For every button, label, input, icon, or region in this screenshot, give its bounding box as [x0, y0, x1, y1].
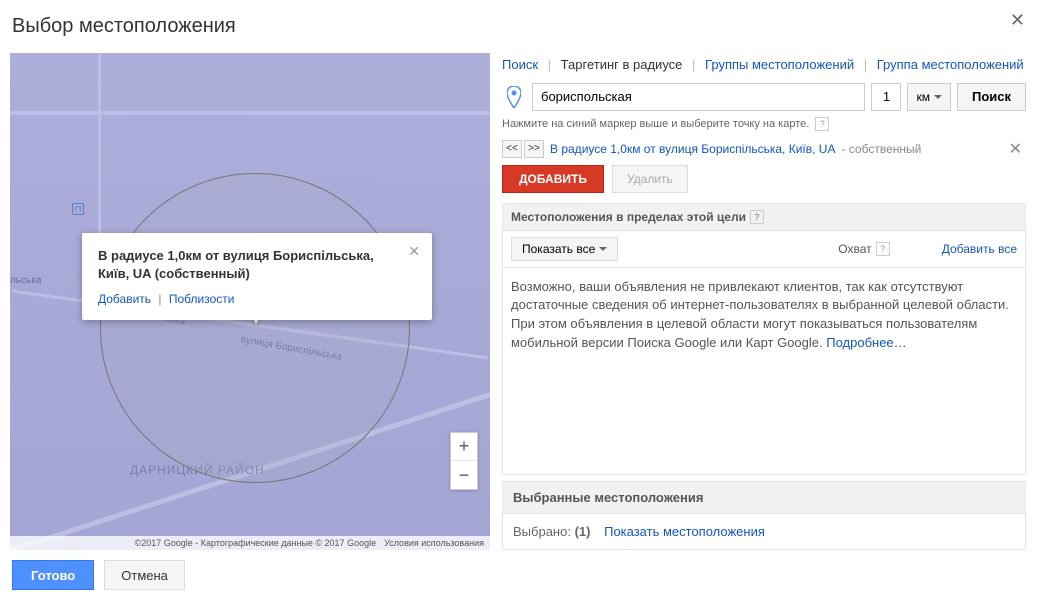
radius-result-row: << >> В радиусе 1,0км от вулиця Бориспіл… — [502, 139, 1026, 159]
right-pane: Поиск | Таргетинг в радиусе | Группы мес… — [502, 53, 1026, 550]
result-link[interactable]: В радиусе 1,0км от вулиця Бориспільська,… — [550, 142, 835, 156]
map-terms-link[interactable]: Условия использования — [384, 538, 484, 548]
location-search-input[interactable] — [532, 83, 865, 111]
pin-icon[interactable] — [502, 83, 526, 111]
dialog-title: Выбор местоположения — [10, 10, 1030, 53]
separator: | — [692, 57, 695, 72]
show-all-label: Показать все — [522, 242, 595, 256]
infowindow-links: Добавить | Поблизости — [98, 292, 416, 306]
location-picker-dialog: Выбор местоположения ✕ ⊓ льська вулиця Б… — [0, 0, 1040, 600]
radius-circle — [100, 173, 410, 483]
chevron-down-icon — [599, 247, 607, 251]
show-all-dropdown[interactable]: Показать все — [511, 237, 618, 261]
bus-stop-icon: ⊓ — [72, 203, 84, 215]
street-label: льська — [10, 275, 41, 286]
infowindow-close-icon[interactable]: ✕ — [408, 243, 420, 260]
infowindow-title: В радиусе 1,0км от вулиця Бориспільська,… — [98, 247, 416, 282]
action-row: ДОБАВИТЬ Удалить — [502, 165, 1026, 193]
search-button[interactable]: Поиск — [957, 83, 1026, 111]
hint-row: Нажмите на синий маркер выше и выберите … — [502, 117, 1026, 131]
map-road — [10, 111, 490, 115]
zoom-control: + − — [450, 432, 478, 490]
add-button[interactable]: ДОБАВИТЬ — [502, 165, 604, 193]
reach-text: Охват — [838, 242, 871, 256]
help-icon[interactable]: ? — [750, 210, 764, 224]
infowindow-add-link[interactable]: Добавить — [98, 292, 151, 306]
inner-locations-header: Местоположения в пределах этой цели ? — [502, 203, 1026, 231]
reach-column-header: Охват ? — [838, 242, 889, 256]
inner-header-text: Местоположения в пределах этой цели — [511, 210, 746, 224]
add-all-link[interactable]: Добавить все — [942, 242, 1017, 256]
selected-count: (1) — [575, 524, 591, 539]
separator: | — [548, 57, 551, 72]
unit-dropdown[interactable]: км — [907, 83, 951, 111]
search-row: км Поиск — [502, 83, 1026, 111]
map-pane[interactable]: ⊓ льська вулиця Бориспільська Бориспільс… — [10, 53, 490, 550]
separator: | — [158, 292, 161, 306]
tab-radius-targeting[interactable]: Таргетинг в радиусе — [561, 57, 683, 72]
selected-body: Выбрано: (1) Показать местоположения — [503, 514, 1025, 549]
tabs-row: Поиск | Таргетинг в радиусе | Группы мес… — [502, 53, 1026, 83]
selected-locations-box: Выбранные местоположения Выбрано: (1) По… — [502, 481, 1026, 550]
close-icon[interactable]: ✕ — [1010, 10, 1025, 31]
warning-text: Возможно, ваши объявления не привлекают … — [511, 279, 1009, 351]
zoom-in-button[interactable]: + — [451, 433, 477, 461]
result-own-label: - собственный — [841, 142, 921, 156]
separator: | — [864, 57, 867, 72]
selected-header: Выбранные местоположения — [503, 482, 1025, 514]
nav-arrows: << >> — [502, 140, 544, 158]
main-row: ⊓ льська вулиця Бориспільська Бориспільс… — [10, 53, 1030, 550]
done-button[interactable]: Готово — [12, 560, 94, 590]
map-attribution: ©2017 Google - Картографические данные ©… — [10, 536, 490, 550]
unit-label: км — [916, 90, 930, 104]
tab-search[interactable]: Поиск — [502, 57, 538, 72]
zoom-out-button[interactable]: − — [451, 461, 477, 489]
map-infowindow: ✕ В радиусе 1,0км от вулиця Бориспільськ… — [82, 233, 432, 320]
tab-location-groups[interactable]: Группы местоположений — [705, 57, 854, 72]
distance-input[interactable] — [871, 83, 901, 111]
table-head: Показать все Охват ? Добавить все — [502, 231, 1026, 268]
next-arrow-button[interactable]: >> — [524, 140, 544, 158]
delete-button[interactable]: Удалить — [612, 165, 688, 193]
prev-arrow-button[interactable]: << — [502, 140, 522, 158]
chevron-down-icon — [934, 95, 942, 99]
hint-text: Нажмите на синий маркер выше и выберите … — [502, 118, 809, 130]
result-close-icon[interactable]: ✕ — [1005, 139, 1026, 159]
map-data-attr: ©2017 Google - Картографические данные ©… — [135, 538, 377, 548]
show-locations-link[interactable]: Показать местоположения — [604, 524, 765, 539]
cancel-button[interactable]: Отмена — [104, 560, 185, 590]
learn-more-link[interactable]: Подробнее… — [826, 335, 906, 350]
infowindow-nearby-link[interactable]: Поблизости — [169, 292, 235, 306]
tab-location-group[interactable]: Группа местоположений — [877, 57, 1024, 72]
help-icon[interactable]: ? — [815, 117, 829, 131]
warning-box: Возможно, ваши объявления не привлекают … — [502, 268, 1026, 476]
help-icon[interactable]: ? — [876, 242, 890, 256]
footer-row: Готово Отмена — [12, 560, 185, 590]
selected-count-label: Выбрано: — [513, 524, 571, 539]
